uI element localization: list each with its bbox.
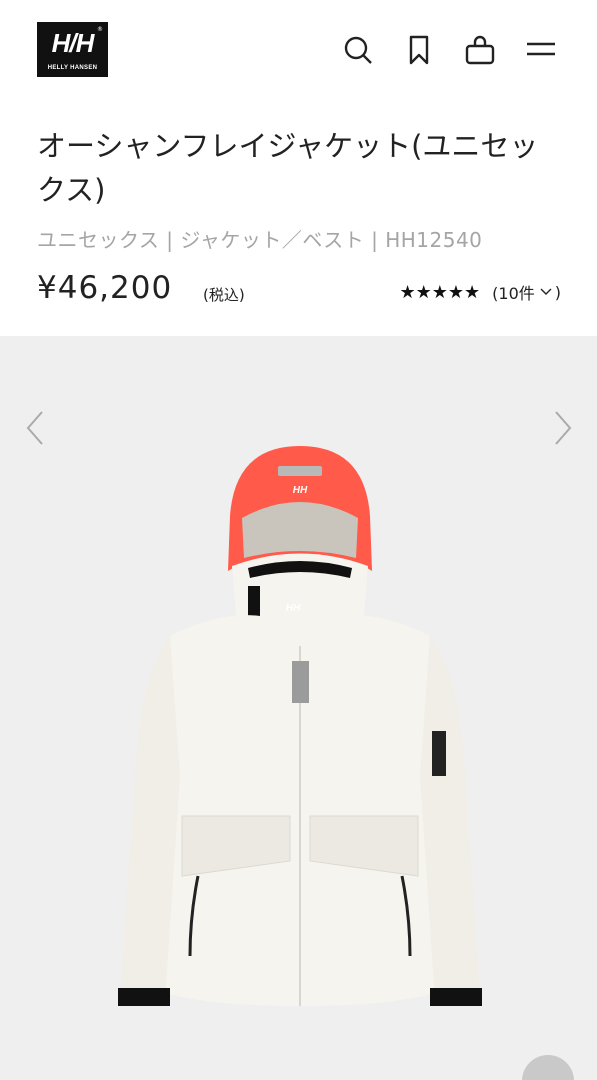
- rating-link[interactable]: ★★★★★ (10件 ): [399, 280, 561, 304]
- rating-stars: ★★★★★: [399, 281, 481, 303]
- product-title: オーシャンフレイジャケット(ユニセックス): [37, 129, 539, 207]
- svg-text:HH: HH: [286, 603, 301, 614]
- bookmark-icon: [409, 35, 429, 65]
- svg-text:HH: HH: [293, 485, 308, 496]
- menu-icon: [527, 42, 555, 56]
- site-header: H/H ® HELLY HANSEN: [0, 0, 597, 100]
- product-image-gallery[interactable]: HH HH: [0, 336, 597, 1080]
- helly-hansen-logo[interactable]: H/H ® HELLY HANSEN: [37, 22, 108, 77]
- price-row: ¥46,200 (税込) ★★★★★ (10件 ): [37, 270, 561, 314]
- logo-registered: ®: [97, 26, 103, 33]
- bookmark-button[interactable]: [401, 32, 437, 68]
- product-meta: ユニセックス | ジャケット／ベスト | HH12540: [37, 228, 483, 252]
- product-price: ¥46,200: [37, 270, 173, 306]
- chevron-down-icon: [540, 288, 552, 295]
- tax-note: (税込): [203, 286, 245, 304]
- search-icon: [344, 36, 372, 64]
- previous-image-button[interactable]: [20, 408, 50, 448]
- logo-subtitle: HELLY HANSEN: [47, 65, 98, 71]
- review-count: (10件: [492, 284, 535, 303]
- search-button[interactable]: [340, 32, 376, 68]
- bag-icon: [465, 35, 495, 65]
- product-image-jacket: HH HH: [118, 446, 482, 1006]
- review-count-close: ): [554, 282, 561, 302]
- menu-button[interactable]: [523, 32, 559, 68]
- next-image-button[interactable]: [548, 408, 578, 448]
- cart-button[interactable]: [462, 32, 498, 68]
